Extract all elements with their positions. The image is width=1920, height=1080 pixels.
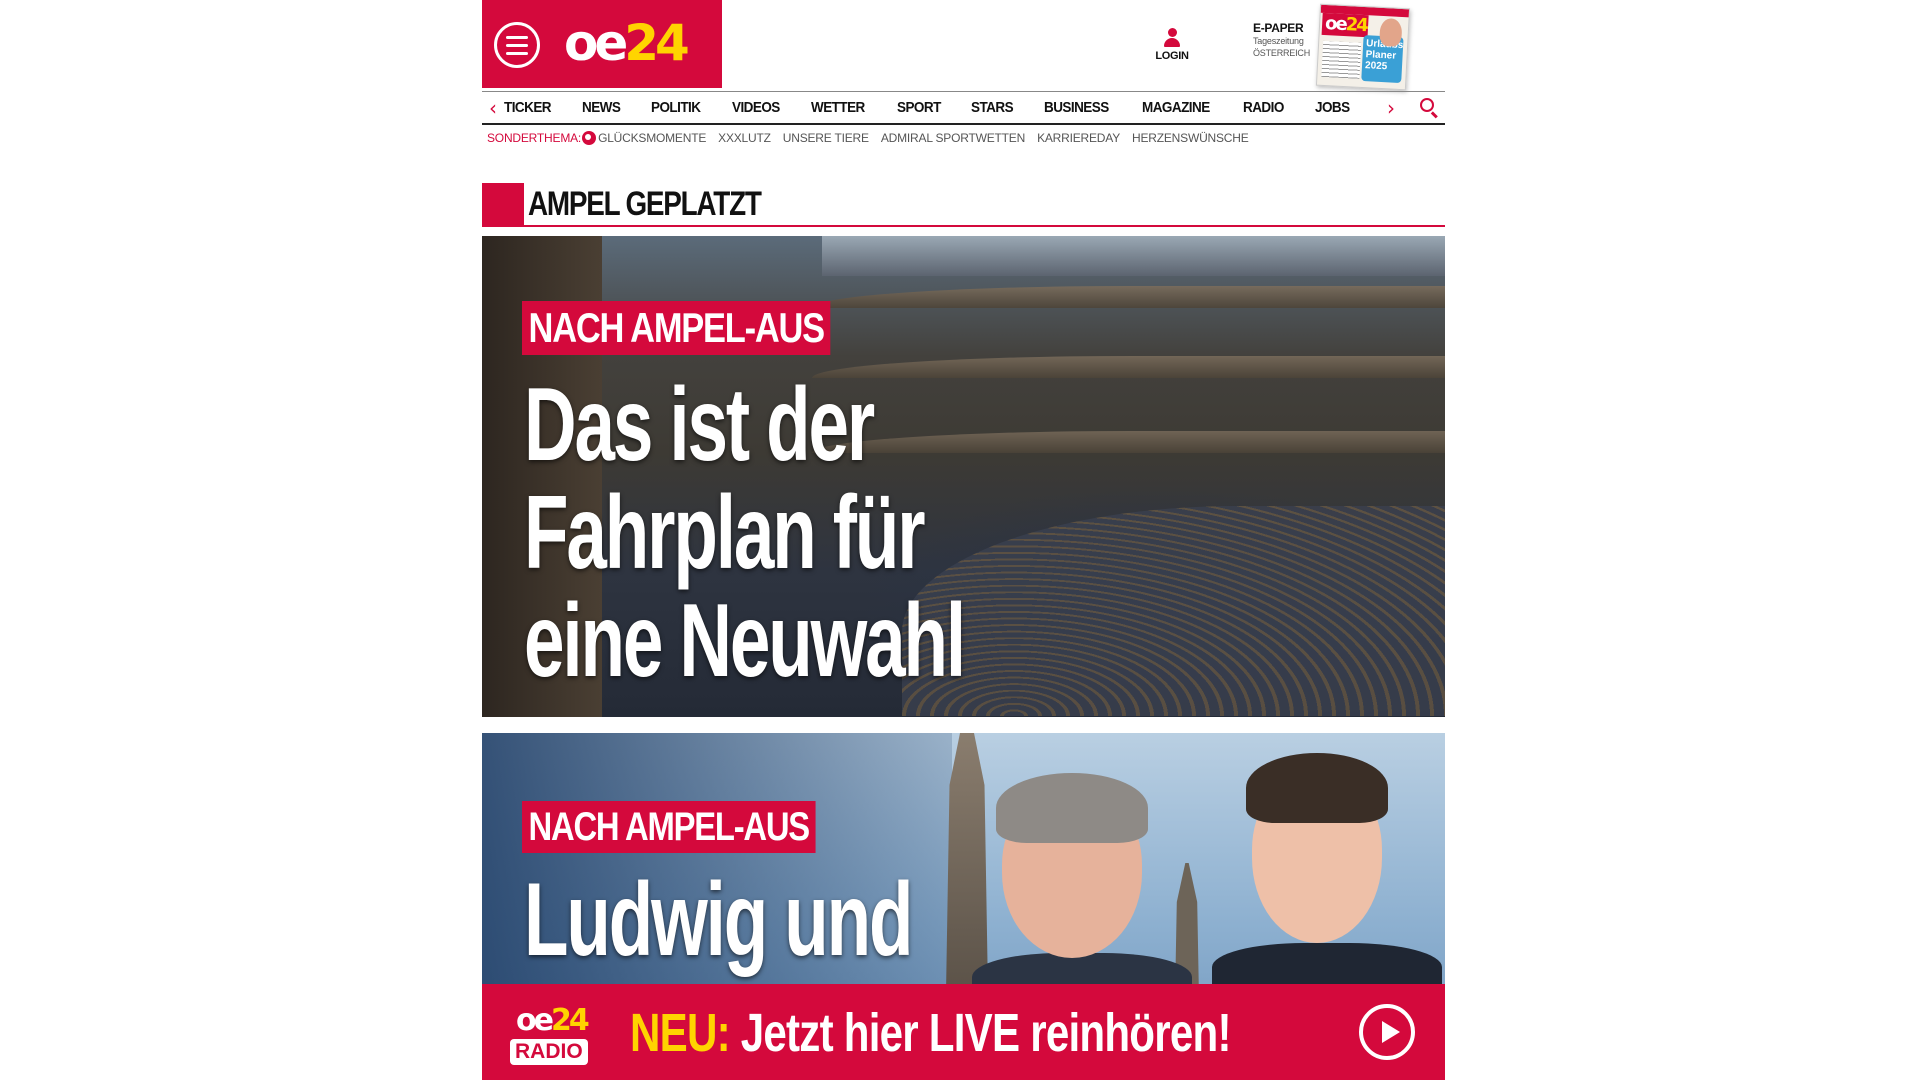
sonderthema-label: SONDERTHEMA:	[487, 131, 582, 145]
login-button[interactable]: LOGIN	[1154, 28, 1190, 62]
article-kicker: NACH AMPEL-AUS	[522, 801, 816, 853]
nav-item-ticker[interactable]: TICKER	[504, 99, 552, 116]
radio-cta-rest: Jetzt hier LIVE reinhören!	[729, 1003, 1232, 1063]
sonderthema-items: GLÜCKSMOMENTE XXXLUTZ UNSERE TIERE ADMIRAL …	[598, 131, 1260, 145]
chevron-right-icon[interactable]: ›	[1387, 96, 1395, 120]
cover-text-lines	[1321, 40, 1362, 79]
nav-item-business[interactable]: BUSINESS	[1044, 99, 1109, 116]
photo-person-right	[1212, 733, 1442, 1003]
nav-item-videos[interactable]: VIDEOS	[732, 99, 780, 116]
user-icon	[1163, 28, 1181, 48]
epaper-line2: ÖSTERREICH	[1253, 48, 1311, 58]
content-column: oe24 LOGIN E-PAPER Tageszeitung ÖSTERREI…	[482, 0, 1445, 1080]
photo-balcony	[812, 286, 1445, 308]
epaper-cover[interactable]: oe24 Urlaubs Planer 2025	[1315, 3, 1411, 91]
main-nav: ‹ TICKER NEWS POLITIK VIDEOS WETTER SPORT STAR…	[482, 91, 1445, 125]
article-headline[interactable]: Das ist der Fahrplan für eine Neuwahl	[524, 367, 966, 699]
logo-24: 24	[624, 14, 690, 72]
sonderthema-icon	[582, 131, 597, 145]
radio-logo-top: oe24	[516, 1003, 590, 1038]
section-title[interactable]: AMPEL GEPLATZT	[528, 185, 762, 224]
sonderthema-item[interactable]: XXXLUTZ	[718, 131, 771, 145]
article-headline[interactable]: Ludwig und	[524, 862, 913, 978]
search-icon[interactable]	[1418, 97, 1440, 119]
nav-item-wetter[interactable]: WETTER	[811, 99, 865, 116]
epaper-line1: Tageszeitung	[1253, 36, 1304, 46]
radio-cta-text: NEU: Jetzt hier LIVE reinhören!	[630, 1002, 1231, 1064]
sonderthema-bar: SONDERTHEMA: GLÜCKSMOMENTE XXXLUTZ UNSERE …	[487, 128, 1261, 148]
photo-person-left	[972, 753, 1192, 1013]
radio-logo: oe24 RADIO	[510, 1004, 604, 1068]
radio-logo-bottom: RADIO	[510, 1039, 588, 1065]
headline-line: eine Neuwahl	[524, 583, 966, 699]
nav-item-magazine[interactable]: MAGAZINE	[1142, 99, 1210, 116]
epaper-title: E-PAPER	[1253, 21, 1304, 35]
nav-item-news[interactable]: NEWS	[582, 99, 621, 116]
photo-ceiling	[822, 236, 1445, 276]
cover-logo: oe24	[1321, 12, 1369, 38]
section-accent	[482, 183, 524, 227]
logo-oe: oe	[564, 14, 628, 72]
nav-item-jobs[interactable]: JOBS	[1315, 99, 1350, 116]
sonderthema-item[interactable]: KARRIEREDAY	[1037, 131, 1120, 145]
headline-line: Fahrplan für	[524, 475, 926, 591]
sonderthema-item[interactable]: GLÜCKSMOMENTE	[598, 131, 706, 145]
page: oe24 LOGIN E-PAPER Tageszeitung ÖSTERREI…	[0, 0, 1920, 1080]
chevron-left-icon[interactable]: ‹	[482, 96, 504, 120]
section-heading: AMPEL GEPLATZT	[482, 183, 1445, 227]
article-kicker: NACH AMPEL-AUS	[522, 301, 831, 355]
sonderthema-item[interactable]: UNSERE TIERE	[783, 131, 869, 145]
epaper-link[interactable]: E-PAPER Tageszeitung ÖSTERREICH	[1253, 21, 1323, 59]
login-label: LOGIN	[1155, 50, 1189, 62]
brand-header: oe24	[482, 0, 722, 88]
photo-seats	[902, 506, 1445, 716]
site-logo[interactable]: oe24	[564, 12, 690, 74]
nav-items: TICKER NEWS POLITIK VIDEOS WETTER SPORT STARS B…	[504, 99, 1445, 116]
nav-item-stars[interactable]: STARS	[971, 99, 1014, 116]
menu-icon[interactable]	[494, 22, 540, 68]
play-icon[interactable]	[1359, 1004, 1415, 1060]
cover-photo	[1379, 17, 1403, 47]
radio-cta-highlight: NEU:	[630, 1003, 731, 1063]
article-card-1[interactable]: NACH AMPEL-AUS Das ist der Fahrplan für …	[482, 236, 1445, 717]
nav-item-radio[interactable]: RADIO	[1243, 99, 1284, 116]
sonderthema-item[interactable]: HERZENSWÜNSCHE	[1132, 131, 1249, 145]
headline-line: Ludwig und	[524, 862, 913, 978]
radio-live-bar[interactable]: oe24 RADIO NEU: Jetzt hier LIVE reinhöre…	[482, 984, 1445, 1080]
nav-item-sport[interactable]: SPORT	[897, 99, 941, 116]
nav-item-politik[interactable]: POLITIK	[651, 99, 701, 116]
headline-line: Das ist der	[524, 367, 875, 483]
sonderthema-item[interactable]: ADMIRAL SPORTWETTEN	[881, 131, 1025, 145]
